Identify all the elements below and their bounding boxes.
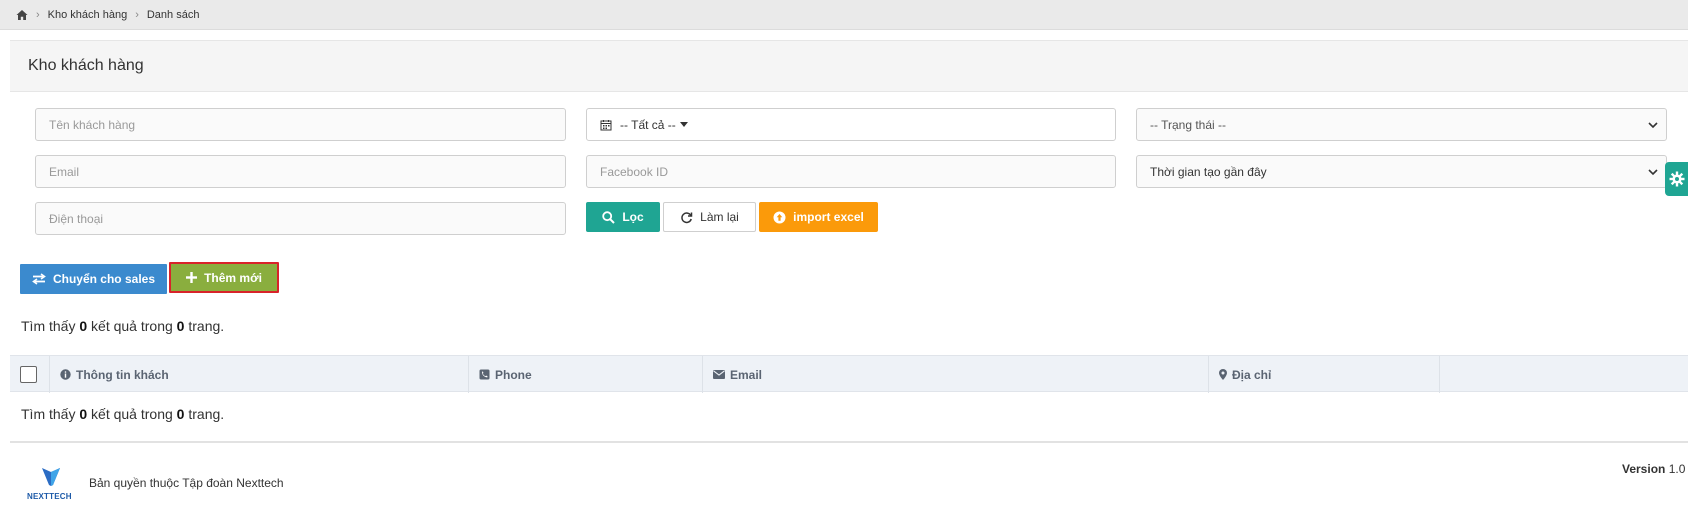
- result-pages: 0: [176, 318, 185, 334]
- column-header-address[interactable]: Địa chỉ: [1209, 356, 1440, 393]
- select-all-cell: [10, 356, 50, 393]
- exchange-icon: [32, 273, 46, 285]
- info-circle-icon: [60, 369, 71, 380]
- import-excel-button[interactable]: import excel: [759, 202, 878, 232]
- result-prefix: Tìm thấy: [21, 318, 76, 334]
- chevron-down-icon: [1648, 122, 1658, 129]
- status-select-value: -- Trạng thái --: [1150, 117, 1227, 132]
- reset-button-label: Làm lại: [700, 210, 739, 224]
- result-suffix: trang.: [188, 406, 225, 422]
- chevron-down-icon: [1648, 169, 1658, 176]
- breadcrumb-separator-icon: ›: [135, 8, 139, 21]
- breadcrumb-item-customer-store[interactable]: Kho khách hàng: [48, 9, 128, 21]
- import-excel-button-label: import excel: [793, 210, 864, 224]
- add-new-button[interactable]: Thêm mới: [169, 262, 279, 293]
- result-suffix: trang.: [188, 318, 225, 334]
- result-middle: kết quả trong: [91, 406, 173, 422]
- search-icon: [602, 210, 616, 224]
- result-pages: 0: [176, 406, 185, 422]
- result-summary-bottom: Tìm thấy 0 kết quả trong 0 trang.: [21, 406, 224, 422]
- table-header: Thông tin khách Phone Email Địa chỉ: [10, 355, 1688, 393]
- column-label: Phone: [495, 367, 532, 382]
- add-new-button-label: Thêm mới: [204, 270, 262, 285]
- select-all-checkbox[interactable]: [20, 366, 37, 383]
- version-value: 1.0: [1668, 462, 1686, 476]
- phone-input[interactable]: Điện thoại: [35, 202, 566, 235]
- reset-button[interactable]: Làm lại: [663, 202, 756, 232]
- transfer-to-sales-button[interactable]: Chuyển cho sales: [20, 264, 167, 294]
- page-title: Kho khách hàng: [10, 40, 1688, 92]
- result-count: 0: [79, 318, 88, 334]
- gear-icon: [1669, 171, 1684, 187]
- column-label: Thông tin khách: [76, 367, 169, 382]
- customer-name-input[interactable]: Tên khách hàng: [35, 108, 566, 141]
- plus-icon: [186, 272, 198, 283]
- filter-button-label: Lọc: [622, 210, 644, 224]
- column-header-customer-info[interactable]: Thông tin khách: [50, 356, 469, 393]
- version-label: Version: [1622, 462, 1666, 476]
- sort-select[interactable]: Thời gian tạo gần đây: [1136, 155, 1667, 188]
- result-middle: kết quả trong: [91, 318, 173, 334]
- logo-text: NEXTTECH: [27, 492, 72, 501]
- calendar-icon: [600, 119, 612, 130]
- map-marker-icon: [1219, 369, 1227, 380]
- column-label: Địa chỉ: [1232, 367, 1272, 382]
- facebook-id-input[interactable]: Facebook ID: [586, 155, 1116, 188]
- date-range-picker[interactable]: -- Tất cả --: [586, 108, 1116, 141]
- nexttech-logo: NEXTTECH: [27, 466, 72, 502]
- result-prefix: Tìm thấy: [21, 406, 76, 422]
- upload-circle-icon: [773, 211, 786, 223]
- filter-button[interactable]: Lọc: [586, 202, 660, 232]
- result-summary-top: Tìm thấy 0 kết quả trong 0 trang.: [21, 318, 224, 334]
- version-info: Version 1.0: [1622, 462, 1685, 476]
- breadcrumb-separator-icon: ›: [36, 8, 40, 21]
- envelope-icon: [713, 370, 725, 379]
- transfer-to-sales-label: Chuyển cho sales: [52, 272, 156, 286]
- breadcrumb-item-list: Danh sách: [146, 8, 200, 21]
- column-label: Email: [730, 367, 763, 382]
- caret-down-icon: [679, 121, 688, 127]
- status-select[interactable]: -- Trạng thái --: [1136, 108, 1667, 141]
- copyright-text: Bản quyền thuộc Tập đoàn Nexttech: [89, 476, 284, 490]
- column-header-phone[interactable]: Phone: [469, 356, 703, 393]
- nexttech-logo-mark-icon: [42, 468, 60, 486]
- email-input[interactable]: Email: [35, 155, 566, 188]
- phone-icon: [479, 369, 490, 380]
- date-range-value: -- Tất cả --: [620, 117, 676, 132]
- settings-toggle-button[interactable]: [1665, 162, 1688, 196]
- refresh-icon: [681, 211, 693, 223]
- breadcrumb: › Kho khách hàng › Danh sách: [0, 0, 1688, 30]
- sort-select-value: Thời gian tạo gần đây: [1150, 164, 1267, 179]
- footer-divider: [10, 441, 1688, 443]
- home-icon[interactable]: [16, 9, 28, 21]
- result-count: 0: [79, 406, 88, 422]
- column-header-email[interactable]: Email: [703, 356, 1209, 393]
